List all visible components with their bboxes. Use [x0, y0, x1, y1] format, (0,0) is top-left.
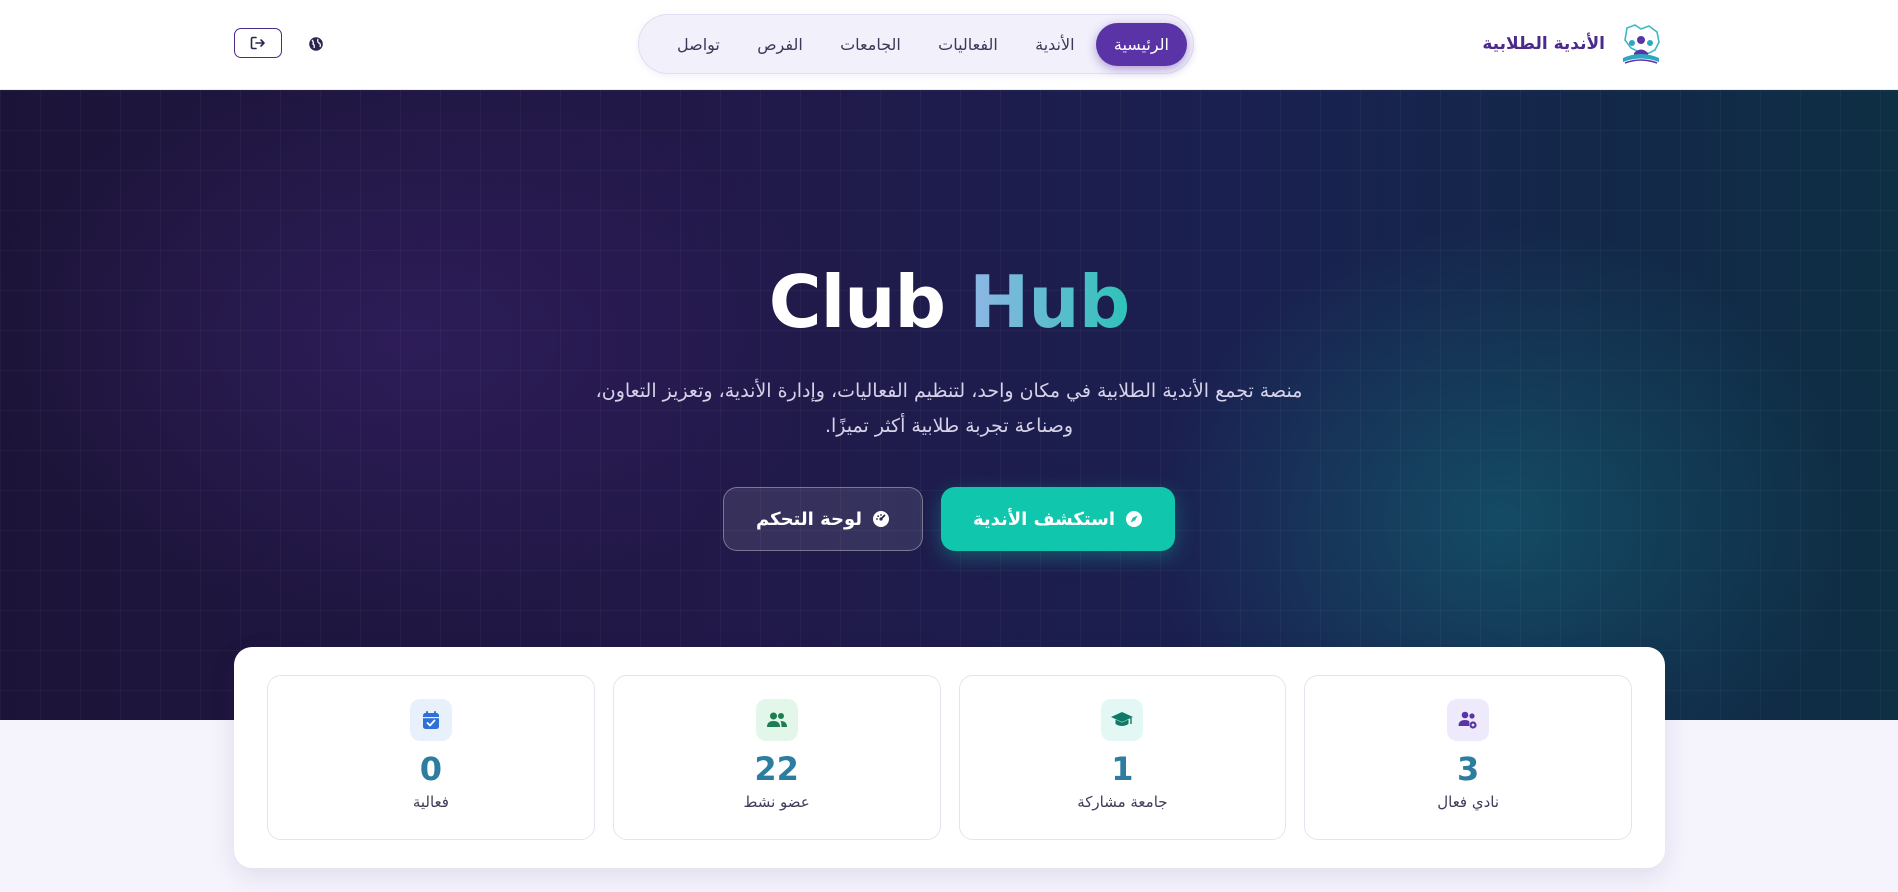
stat-value: 22: [754, 750, 799, 788]
nav-item-events[interactable]: الفعاليات: [922, 25, 1014, 64]
stat-label: عضو نشط: [743, 793, 810, 811]
brand[interactable]: الأندية الطلابية: [1482, 18, 1665, 70]
main-nav: الرئيسية الأندية الفعاليات الجامعات الفر…: [638, 14, 1194, 74]
brand-name: الأندية الطلابية: [1482, 34, 1605, 54]
stat-card-events: 0 فعالية: [267, 675, 595, 840]
stat-icon-wrap: [409, 699, 452, 741]
hero-title-hub: Hub: [969, 260, 1130, 344]
hero-description: منصة تجمع الأندية الطلابية في مكان واحد،…: [595, 380, 1303, 437]
stat-value: 0: [419, 750, 443, 788]
calendar-check-icon: [422, 711, 439, 729]
stat-value: 1: [1111, 750, 1134, 788]
students-map-logo-icon: [1623, 24, 1660, 64]
stat-value: 3: [1457, 750, 1480, 788]
stat-label: جامعة مشاركة: [1077, 793, 1168, 811]
graduation-cap-icon: [1111, 712, 1134, 726]
nav-item-clubs[interactable]: الأندية: [1019, 25, 1090, 64]
logout-icon: [250, 36, 265, 50]
compass-icon: [1126, 511, 1143, 527]
stat-card-clubs: 3 نادي فعال: [1304, 675, 1632, 840]
stat-card-members: 22 عضو نشط: [612, 675, 941, 840]
stat-label: فعالية: [412, 793, 449, 811]
nav-item-universities[interactable]: الجامعات: [824, 25, 917, 64]
dashboard-label: لوحة التحكم: [755, 508, 863, 530]
stat-icon-wrap: [755, 699, 798, 741]
stat-icon-wrap: [1447, 699, 1490, 741]
stat-card-universities: 1 جامعة مشاركة: [958, 675, 1287, 840]
language-toggle[interactable]: [307, 35, 325, 53]
users-cog-icon: [1458, 711, 1477, 729]
hero-title: Club Hub: [0, 260, 1898, 344]
explore-clubs-label: استكشف الأندية: [972, 508, 1116, 530]
nav-item-home[interactable]: الرئيسية: [1095, 22, 1187, 66]
hero-title-club: Club: [768, 260, 946, 344]
globe-icon: [309, 37, 323, 51]
stat-label: نادي فعال: [1437, 793, 1500, 811]
gauge-icon: [873, 511, 890, 527]
logout-button[interactable]: [234, 28, 282, 58]
stats-panel: 3 نادي فعال 1 جامعة مشاركة 22 عضو نشط 0 …: [234, 647, 1665, 868]
user-group-icon: [766, 712, 787, 727]
dashboard-button[interactable]: لوحة التحكم: [723, 487, 923, 551]
stat-icon-wrap: [1101, 699, 1144, 741]
nav-item-contact[interactable]: تواصل: [661, 25, 736, 64]
hero-section: Club Hub منصة تجمع الأندية الطلابية في م…: [0, 90, 1898, 720]
navbar: الأندية الطلابية الرئيسية الأندية الفعال…: [0, 0, 1898, 90]
explore-clubs-button[interactable]: استكشف الأندية: [941, 487, 1175, 551]
nav-item-opportunities[interactable]: الفرص: [741, 25, 819, 64]
